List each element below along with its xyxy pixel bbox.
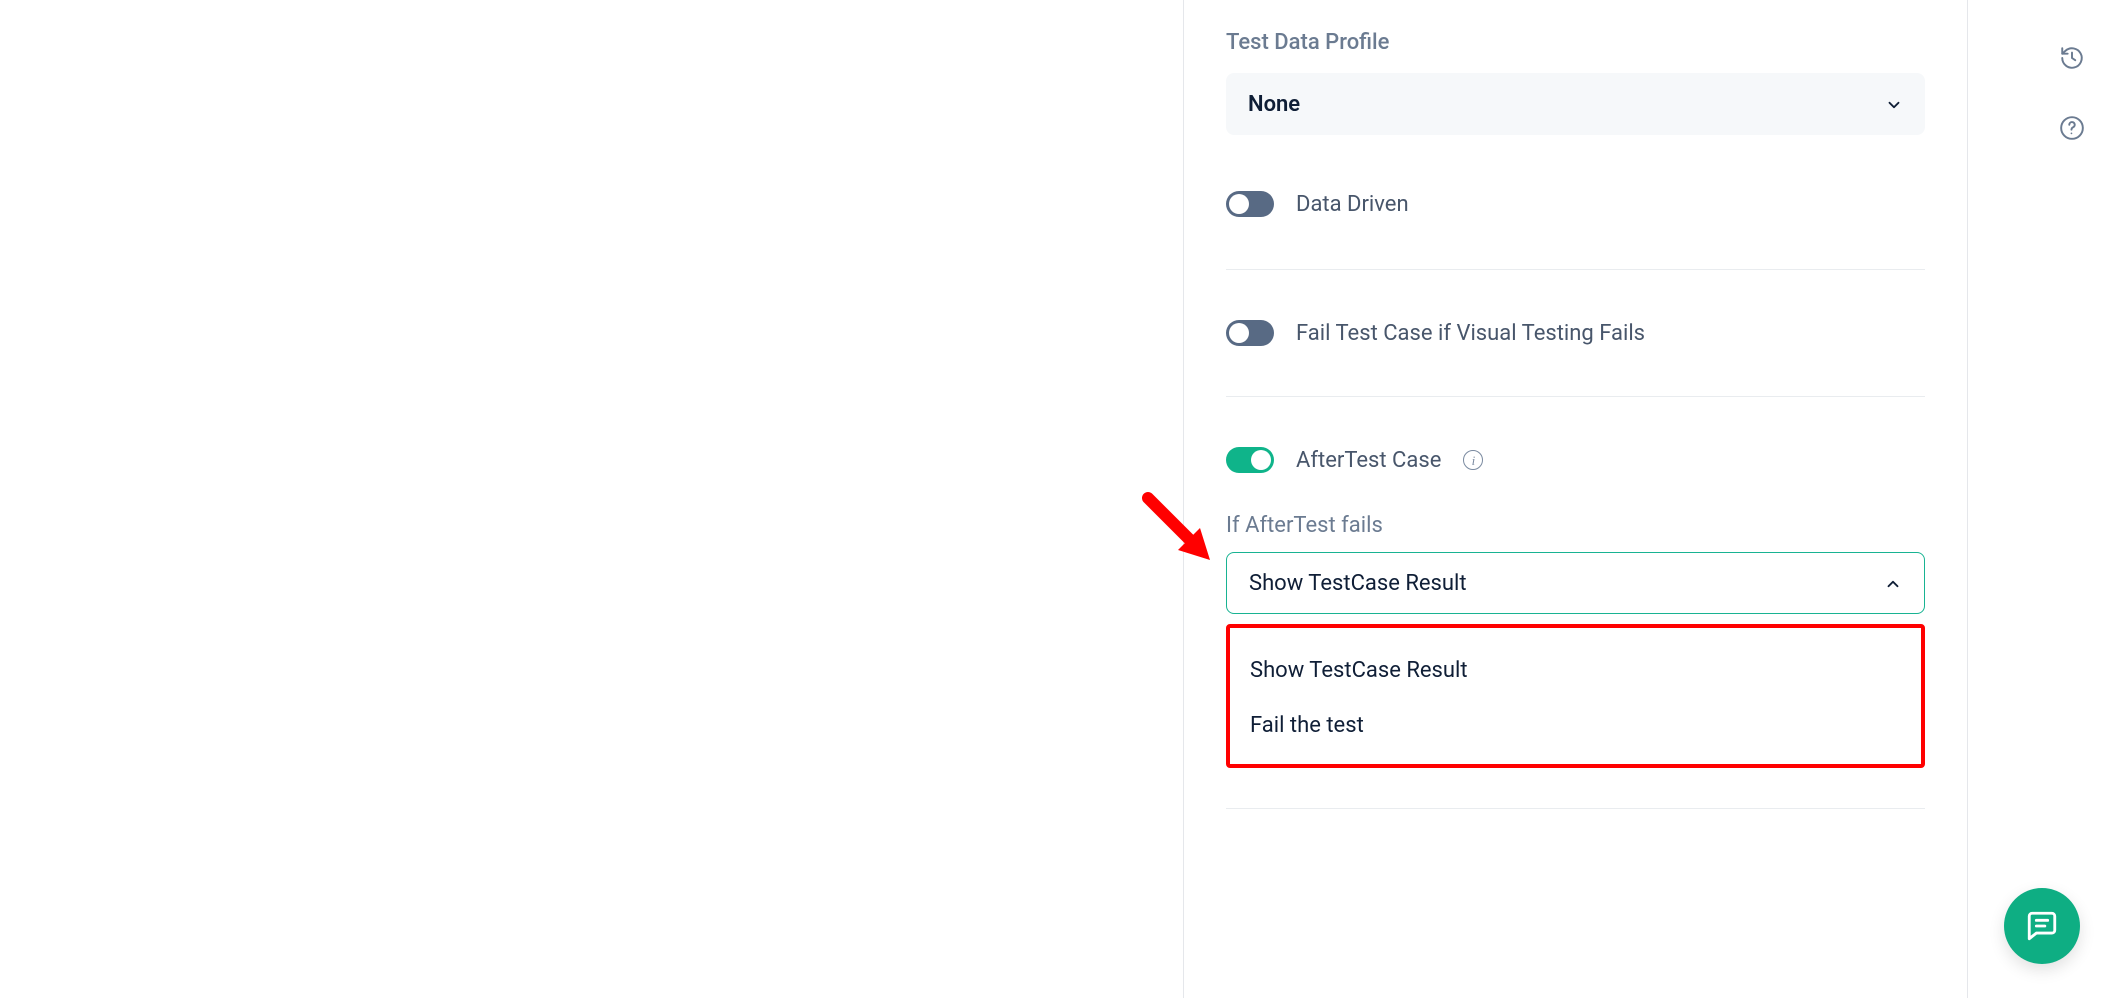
fail-visual-label: Fail Test Case if Visual Testing Fails <box>1296 321 1645 346</box>
chevron-down-icon <box>1885 95 1903 113</box>
data-driven-toggle[interactable] <box>1226 191 1274 217</box>
chat-fab[interactable] <box>2004 888 2080 964</box>
aftertest-fails-selected: Show TestCase Result <box>1249 571 1467 596</box>
help-icon[interactable] <box>2058 114 2086 142</box>
right-tool-strip <box>2022 0 2122 998</box>
history-icon[interactable] <box>2058 44 2086 72</box>
aftertest-fails-select[interactable]: Show TestCase Result <box>1226 552 1925 614</box>
test-data-profile-label: Test Data Profile <box>1226 30 1925 55</box>
aftertest-case-label: AfterTest Case <box>1296 448 1441 473</box>
aftertest-case-row: AfterTest Case i <box>1226 397 1925 501</box>
data-driven-label: Data Driven <box>1296 192 1409 217</box>
aftertest-fails-options: Show TestCase Result Fail the test <box>1226 624 1925 768</box>
aftertest-case-toggle[interactable] <box>1226 447 1274 473</box>
aftertest-fails-label: If AfterTest fails <box>1226 513 1925 538</box>
info-icon[interactable]: i <box>1463 450 1483 470</box>
settings-panel: Test Data Profile None Data Driven Fail … <box>1183 0 1968 998</box>
chevron-up-icon <box>1884 574 1902 592</box>
fail-visual-row: Fail Test Case if Visual Testing Fails <box>1226 270 1925 396</box>
test-data-profile-section: Test Data Profile None <box>1226 30 1925 135</box>
aftertest-option-fail-test[interactable]: Fail the test <box>1230 713 1921 738</box>
aftertest-fails-section: If AfterTest fails Show TestCase Result … <box>1226 501 1925 809</box>
test-data-profile-select[interactable]: None <box>1226 73 1925 135</box>
test-data-profile-value: None <box>1248 92 1300 117</box>
aftertest-option-show-result[interactable]: Show TestCase Result <box>1230 658 1921 713</box>
fail-visual-toggle[interactable] <box>1226 320 1274 346</box>
data-driven-row: Data Driven <box>1226 135 1925 269</box>
